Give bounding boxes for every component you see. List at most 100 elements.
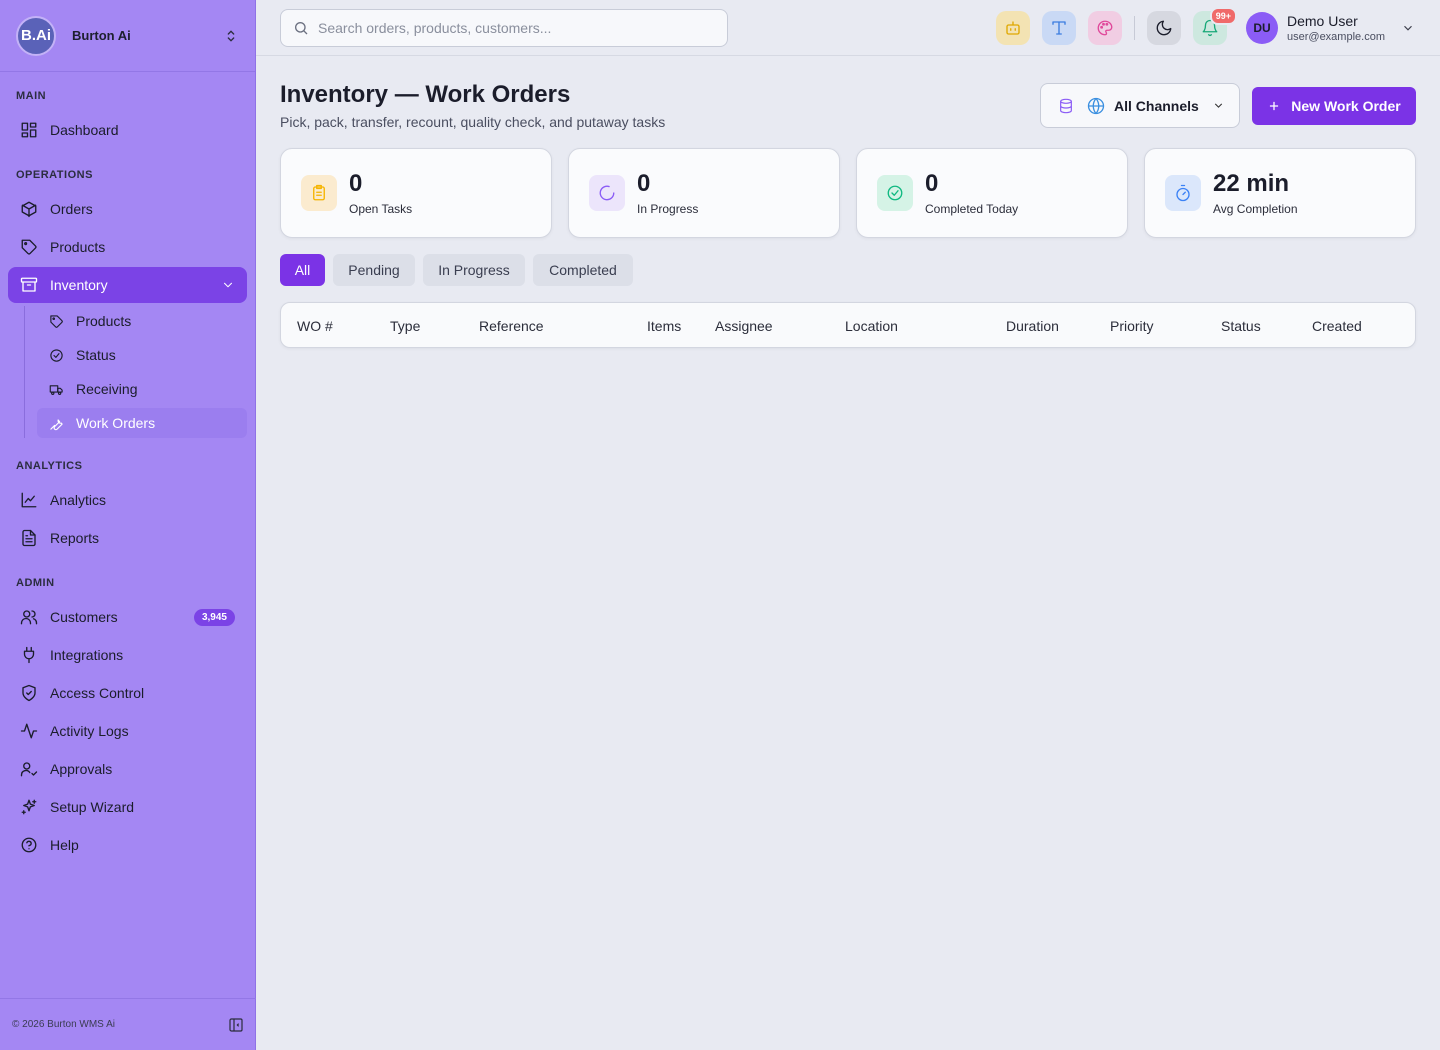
filter-tab-all[interactable]: All [280, 254, 325, 286]
user-check-icon [20, 762, 38, 777]
submenu-guide-line [24, 306, 25, 438]
archive-icon [20, 277, 38, 292]
theme-palette-button[interactable] [1088, 11, 1122, 45]
sidebar-item-analytics[interactable]: Analytics [8, 482, 247, 518]
stat-value: 0 [637, 170, 651, 197]
search-box[interactable] [280, 9, 728, 47]
sidebar-item-label: Access Control [50, 685, 145, 701]
sidebar-item-approvals[interactable]: Approvals [8, 751, 247, 787]
globe-icon [1087, 97, 1105, 114]
bot-icon [1006, 21, 1020, 35]
sidebar-item-dashboard[interactable]: Dashboard [8, 112, 247, 148]
stat-value: 0 [925, 170, 939, 197]
sidebar-subitem-products[interactable]: Products [37, 306, 247, 336]
topbar: 99+ DU Demo User user@example.com [256, 0, 1440, 56]
chevron-up-down-icon[interactable] [223, 28, 239, 44]
column-header-items[interactable]: Items [647, 318, 681, 334]
brand-name: Burton Ai [72, 28, 131, 43]
users-icon [20, 610, 38, 625]
ai-assistant-button[interactable] [996, 11, 1030, 45]
brand-header[interactable]: B.Ai Burton Ai [0, 0, 255, 72]
user-menu[interactable]: DU Demo User user@example.com [1246, 10, 1415, 46]
column-header-created[interactable]: Created [1312, 318, 1362, 334]
stat-icon-wrap [1165, 175, 1201, 211]
sparkles-icon [21, 799, 37, 815]
copyright-text: © 2026 Burton WMS Ai [12, 1019, 115, 1030]
sidebar-subitem-label: Products [76, 313, 132, 329]
channel-select-value: All Channels [1114, 97, 1199, 114]
sidebar-item-customers[interactable]: Customers 3,945 [8, 599, 247, 635]
tag-icon [21, 239, 37, 255]
stat-label: In Progress [637, 202, 699, 216]
sidebar-subitem-receiving[interactable]: Receiving [37, 374, 247, 404]
column-header-reference[interactable]: Reference [479, 318, 544, 334]
column-header-type[interactable]: Type [390, 318, 420, 334]
notification-count-badge: 99+ [1209, 7, 1237, 25]
sidebar-item-activity-logs[interactable]: Activity Logs [8, 713, 247, 749]
activity-icon [20, 723, 38, 739]
type-icon [1052, 21, 1066, 35]
stat-card-in-progress: 0 In Progress [568, 148, 840, 238]
column-header-priority[interactable]: Priority [1110, 318, 1154, 334]
clipboard-list-icon [313, 184, 325, 201]
shield-check-icon [22, 684, 36, 702]
stat-card-completed-today: 0 Completed Today [856, 148, 1128, 238]
dashboard-icon [21, 122, 37, 138]
palette-icon [1097, 20, 1113, 36]
user-info: Demo User user@example.com [1287, 13, 1385, 43]
moon-icon [1156, 20, 1172, 36]
sidebar-item-label: Customers [50, 609, 118, 625]
stat-label: Completed Today [925, 202, 1019, 216]
search-input[interactable] [318, 20, 718, 36]
brand-logo: B.Ai [16, 15, 56, 56]
filter-tab-pending[interactable]: Pending [333, 254, 415, 286]
column-header-wo-number[interactable]: WO # [297, 318, 333, 334]
file-text-icon [22, 529, 36, 547]
sidebar-item-label: Integrations [50, 647, 124, 663]
page-subtitle: Pick, pack, transfer, recount, quality c… [280, 114, 666, 130]
stat-value: 0 [349, 170, 363, 197]
database-icon [1060, 98, 1072, 113]
new-work-order-button[interactable]: New Work Order [1252, 87, 1416, 125]
filter-tab-completed[interactable]: Completed [533, 254, 633, 286]
sidebar-subitem-work-orders[interactable]: Work Orders [37, 408, 247, 438]
help-circle-icon [21, 837, 37, 853]
font-settings-button[interactable] [1042, 11, 1076, 45]
section-label-analytics: ANALYTICS [16, 460, 83, 472]
column-header-status[interactable]: Status [1221, 318, 1261, 334]
sidebar-subitem-label: Status [76, 347, 116, 363]
sidebar-item-reports[interactable]: Reports [8, 520, 247, 556]
toolbar-divider [1134, 16, 1135, 40]
user-name: Demo User [1287, 13, 1358, 29]
chevron-down-icon[interactable] [1401, 21, 1415, 35]
sidebar-item-orders[interactable]: Orders [8, 191, 247, 227]
sidebar-item-products[interactable]: Products [8, 229, 247, 265]
filter-tab-in-progress[interactable]: In Progress [423, 254, 525, 286]
search-icon [295, 22, 308, 35]
channel-select[interactable]: All Channels [1040, 83, 1240, 128]
sidebar: B.Ai Burton Ai MAIN Dashboard OPERATIONS… [0, 0, 256, 1050]
chevron-down-icon[interactable] [221, 278, 235, 292]
circle-check-icon [50, 348, 63, 362]
column-header-duration[interactable]: Duration [1006, 318, 1059, 334]
sidebar-item-help[interactable]: Help [8, 827, 247, 863]
sidebar-item-integrations[interactable]: Integrations [8, 637, 247, 673]
stat-icon-wrap [877, 175, 913, 211]
notifications-button[interactable]: 99+ [1193, 7, 1237, 45]
plug-icon [23, 646, 35, 664]
section-label-admin: ADMIN [16, 577, 55, 589]
sidebar-item-label: Orders [50, 201, 93, 217]
column-header-location[interactable]: Location [845, 318, 898, 334]
sidebar-subitem-status[interactable]: Status [37, 340, 247, 370]
sidebar-collapse-icon[interactable] [228, 1017, 244, 1033]
sidebar-item-label: Dashboard [50, 122, 119, 138]
chevron-down-icon [1214, 103, 1223, 108]
avatar: DU [1246, 12, 1278, 44]
column-header-assignee[interactable]: Assignee [715, 318, 773, 334]
sidebar-item-inventory[interactable]: Inventory [8, 267, 247, 303]
sidebar-item-access-control[interactable]: Access Control [8, 675, 247, 711]
dark-mode-toggle[interactable] [1147, 11, 1181, 45]
sidebar-item-setup-wizard[interactable]: Setup Wizard [8, 789, 247, 825]
sidebar-item-label: Products [50, 239, 106, 255]
section-label-operations: OPERATIONS [16, 169, 93, 181]
